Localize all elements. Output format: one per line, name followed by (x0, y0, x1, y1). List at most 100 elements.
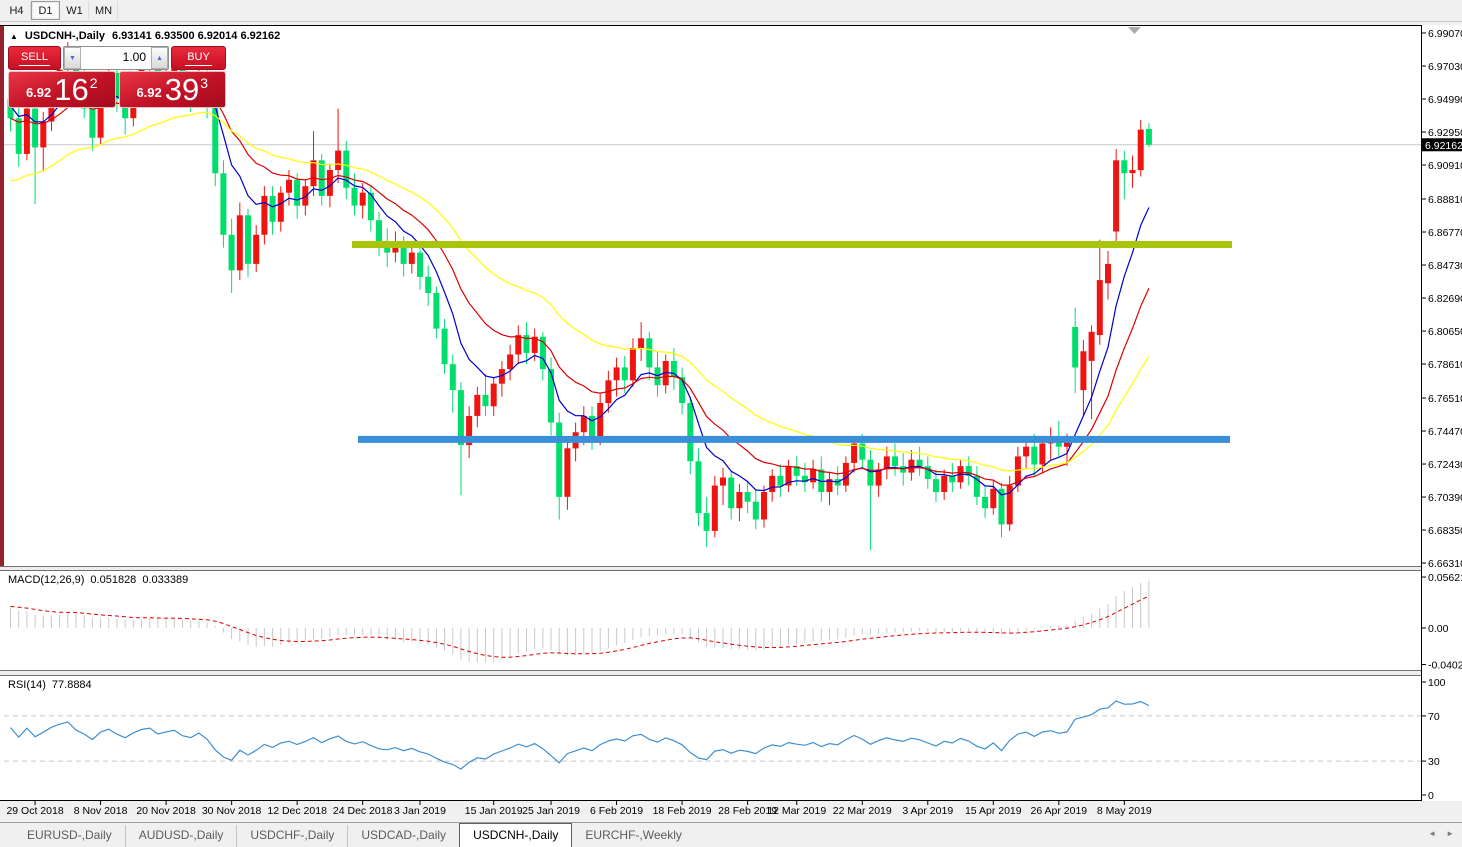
price-axis-label: 6.78610 (1428, 359, 1462, 371)
candle-body (294, 179, 301, 206)
timeframe-button-w1[interactable]: W1 (60, 1, 89, 20)
chevron-up-icon: ▲ (156, 54, 163, 62)
price-axis-label: 6.97030 (1428, 61, 1462, 73)
candle-body (892, 456, 898, 467)
candle-body (621, 367, 628, 381)
chart-tab-usdcnh-daily[interactable]: USDCNH-,Daily (459, 823, 573, 847)
candle-body (810, 469, 817, 483)
macd-indicator-name: MACD(12,26,9) (8, 574, 85, 586)
candle-body (15, 118, 22, 154)
sell-button[interactable]: SELL (8, 46, 61, 70)
timeframe-button-mn[interactable]: MN (89, 1, 118, 20)
price-axis-label: 6.92950 (1428, 127, 1462, 139)
candle-body (933, 479, 939, 492)
candle-body (40, 121, 47, 148)
candle-body (286, 179, 292, 193)
price-axis-label: 6.86770 (1428, 227, 1462, 239)
timeframe-button-d1[interactable]: D1 (31, 1, 60, 20)
candle-body (482, 394, 489, 407)
candle-body (425, 276, 432, 293)
volume-increase-button[interactable]: ▲ (151, 47, 168, 69)
candle-body (302, 186, 309, 206)
collapse-chart-icon[interactable]: ▲ (10, 32, 18, 41)
candle-body (236, 215, 243, 271)
price-axis-label: 6.72430 (1428, 459, 1462, 471)
candle-body (769, 475, 776, 492)
support-line[interactable] (358, 435, 1230, 443)
candle-body (703, 513, 710, 531)
candle-body (1113, 160, 1120, 232)
price-axis-label: 6.90910 (1428, 160, 1462, 172)
buy-button-label: BUY (185, 51, 212, 66)
candle-body (1121, 160, 1128, 174)
chart-title: ▲ USDCNH-,Daily 6.93141 6.93500 6.92014 … (10, 30, 280, 42)
price-axis-label: 6.94990 (1428, 94, 1462, 106)
candle-body (761, 492, 767, 520)
candle-body (867, 459, 874, 486)
candle-body (261, 195, 268, 235)
price-axis-label: 6.70390 (1428, 492, 1462, 504)
volume-input[interactable]: 1.00 (81, 47, 151, 69)
sell-button-label: SELL (19, 51, 50, 66)
resistance-line[interactable] (352, 241, 1232, 248)
candle-body (89, 108, 96, 138)
buy-button[interactable]: BUY (171, 46, 226, 70)
price-axis-label: 6.82690 (1428, 293, 1462, 305)
candle-body (507, 354, 514, 370)
price-axis-label: 6.76510 (1428, 393, 1462, 405)
candle-body (752, 501, 759, 520)
candle-body (310, 160, 317, 187)
chart-ohlc-values: 6.93141 6.93500 6.92014 6.92162 (112, 30, 281, 42)
mt4-application: H4D1W1MN 6.990706.970306.949906.929506.9… (0, 0, 1462, 847)
tab-scroll-left-icon[interactable]: ◄ (1428, 829, 1436, 838)
chart-background (0, 25, 1462, 801)
rsi-value: 77.8884 (51, 679, 92, 691)
candle-body (408, 252, 415, 264)
volume-decrease-button[interactable]: ▼ (64, 47, 81, 69)
candle-body (228, 234, 235, 271)
volume-stepper: ▼ 1.00 ▲ (63, 46, 169, 70)
candle-body (277, 192, 284, 222)
sell-price-tile[interactable]: 6.92 16 2 (8, 71, 116, 108)
chart-tab-usdchf-daily[interactable]: USDCHF-,Daily (236, 825, 347, 847)
candle-body (613, 367, 620, 381)
candle-body (1105, 263, 1111, 284)
chart-tab-audusd-daily[interactable]: AUDUSD-,Daily (124, 825, 237, 847)
candle-body (1039, 443, 1046, 465)
macd-main-value: 0.051828 (90, 574, 137, 586)
rsi-axis-label: 0 (1428, 790, 1434, 802)
buy-price-prefix: 6.92 (136, 85, 162, 100)
window-left-edge (0, 25, 4, 566)
macd-pane-label: MACD(12,26,9) 0.051828 0.033389 (8, 574, 188, 586)
rsi-axis-label: 70 (1428, 711, 1440, 723)
price-axis-label: 6.80650 (1428, 326, 1462, 338)
candle-body (1088, 331, 1095, 361)
price-axis-label: 6.66310 (1428, 558, 1462, 570)
sell-price-pip: 2 (89, 75, 98, 91)
candle-body (1145, 128, 1152, 145)
chart-tab-usdcad-daily[interactable]: USDCAD-,Daily (347, 825, 459, 847)
date-axis[interactable] (0, 801, 1421, 821)
candle-body (1023, 446, 1030, 457)
candle-body (629, 348, 636, 381)
chart-tab-eurchf-weekly[interactable]: EURCHF-,Weekly (572, 825, 694, 847)
timeframe-button-h4[interactable]: H4 (2, 1, 31, 20)
price-axis-label: 6.68350 (1428, 525, 1462, 537)
candle-body (1072, 327, 1079, 368)
chart-tab-eurusd-daily[interactable]: EURUSD-,Daily (14, 825, 125, 847)
timeframe-toolbar: H4 D1 W1 MN (0, 0, 1462, 22)
chart-canvas: 6.99070 6.97030 6.94990 6.92950 6.90910 6.888… (0, 25, 1462, 821)
candle-body (326, 170, 333, 196)
candle-body (646, 338, 653, 368)
macd-axis-label: 0.00 (1428, 623, 1449, 635)
rsi-axis-label: 30 (1428, 756, 1440, 768)
tab-scroll-right-icon[interactable]: ► (1446, 829, 1454, 838)
candle-body (638, 338, 645, 348)
candle-body (351, 187, 358, 206)
buy-price-tile[interactable]: 6.92 39 3 (118, 71, 226, 108)
tab-scroll-nav: ◄ ► (1428, 829, 1454, 838)
sell-price-prefix: 6.92 (25, 85, 52, 100)
candle-body (449, 364, 456, 391)
candle-body (777, 475, 784, 486)
chevron-down-icon: ▼ (69, 54, 76, 62)
